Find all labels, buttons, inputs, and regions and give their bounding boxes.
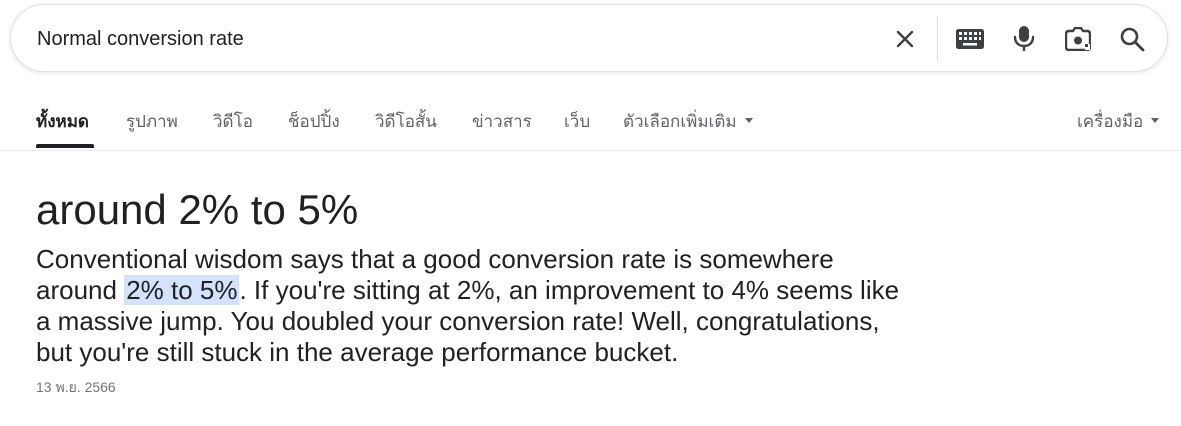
search-results-page: ทั้งหมด รูปภาพ วิดีโอ ช็อปปิ้ง วิดีโอสั้… (0, 0, 1181, 426)
keyboard-button[interactable] (954, 23, 986, 55)
clear-search-button[interactable] (889, 23, 921, 55)
keyboard-icon (956, 29, 984, 49)
snippet-highlight: 2% to 5% (124, 275, 240, 305)
featured-answer-title: around 2% to 5% (36, 186, 359, 233)
voice-search-button[interactable] (1008, 23, 1040, 55)
tab-images[interactable]: รูปภาพ (126, 108, 178, 148)
featured-snippet-text: Conventional wisdom says that a good con… (36, 244, 916, 368)
tab-all[interactable]: ทั้งหมด (36, 108, 89, 148)
snippet-date: 13 พ.ย. 2566 (36, 379, 116, 395)
tools-dropdown[interactable]: เครื่องมือ (1077, 108, 1160, 148)
tab-web[interactable]: เว็บ (564, 108, 590, 148)
search-button[interactable] (1116, 23, 1148, 55)
caret-down-icon (744, 118, 753, 124)
close-icon (896, 30, 914, 48)
more-options-label: ตัวเลือกเพิ่มเติม (623, 112, 737, 131)
search-tabs: ทั้งหมด รูปภาพ วิดีโอ ช็อปปิ้ง วิดีโอสั้… (0, 100, 1181, 151)
search-bar-divider (937, 17, 938, 61)
lens-search-button[interactable] (1062, 23, 1094, 55)
tab-shopping[interactable]: ช็อปปิ้ง (288, 108, 340, 148)
search-bar (10, 4, 1168, 72)
camera-lens-icon (1065, 27, 1091, 51)
tab-news[interactable]: ข่าวสาร (472, 108, 532, 148)
more-options-dropdown[interactable]: ตัวเลือกเพิ่มเติม (623, 108, 753, 148)
search-icon (1120, 27, 1145, 52)
active-tab-indicator (36, 144, 94, 148)
search-input[interactable] (37, 25, 857, 53)
tab-videos[interactable]: วิดีโอ (213, 108, 253, 148)
microphone-icon (1013, 26, 1035, 51)
caret-down-icon (1151, 118, 1160, 124)
tab-short-videos[interactable]: วิดีโอสั้น (375, 108, 437, 148)
tools-label: เครื่องมือ (1077, 112, 1144, 131)
